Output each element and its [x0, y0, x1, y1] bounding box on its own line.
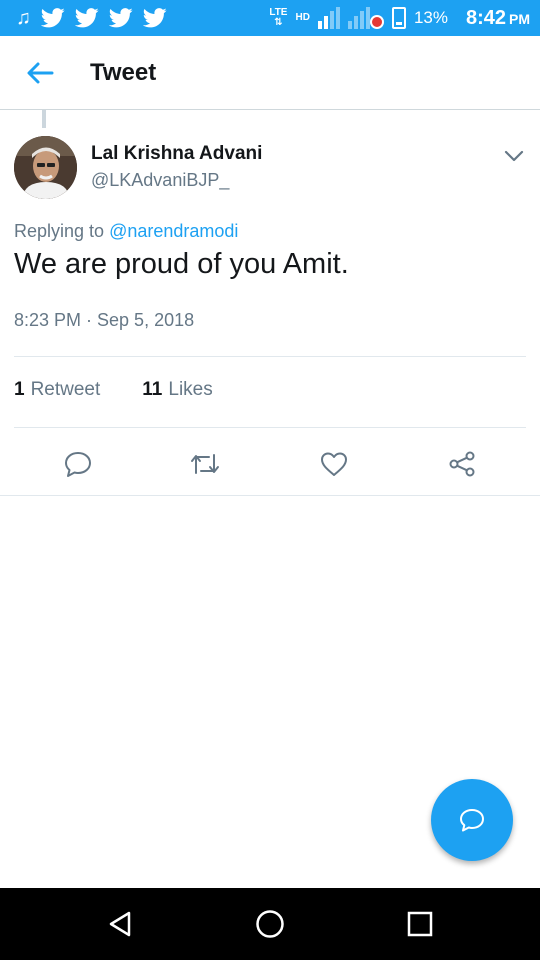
like-button[interactable]	[318, 448, 350, 480]
retweet-stat[interactable]: 1 Retweet	[14, 379, 100, 401]
retweet-icon	[191, 454, 219, 474]
retweet-label: Retweet	[30, 379, 101, 400]
signal-strength-icon	[317, 7, 340, 29]
tweet-timestamp: 8:23 PM · Sep 5, 2018	[14, 310, 195, 330]
divider	[0, 495, 540, 496]
like-count: 11	[142, 379, 163, 400]
retweet-button[interactable]	[189, 448, 221, 480]
nav-home-button[interactable]	[252, 906, 288, 942]
compose-reply-fab[interactable]	[431, 779, 513, 861]
page-title: Tweet	[90, 58, 157, 86]
music-note-icon: ♫	[16, 7, 31, 29]
nav-back-button[interactable]	[102, 906, 138, 942]
retweet-count: 1	[14, 379, 25, 400]
tweet-stats: 1 Retweet 11 Likes	[14, 379, 213, 401]
lte-indicator: LTE ⇅	[269, 8, 287, 28]
nav-recents-button[interactable]	[402, 906, 438, 942]
divider	[14, 356, 526, 357]
no-sim-icon	[369, 15, 384, 29]
tweet-text: We are proud of you Amit.	[14, 248, 349, 280]
thread-connector	[42, 110, 46, 128]
replying-prefix: Replying to	[14, 221, 110, 241]
mention-link[interactable]: @narendramodi	[109, 221, 238, 241]
heart-icon	[321, 452, 347, 476]
circle-home-icon	[256, 910, 284, 938]
reply-icon	[460, 809, 484, 832]
notification-icons: ♫	[16, 8, 167, 28]
share-icon	[449, 451, 475, 477]
twitter-bird-icon	[143, 8, 167, 28]
clock-ampm: PM	[509, 10, 530, 27]
avatar[interactable]	[14, 136, 77, 199]
signal-strength-icon	[347, 7, 370, 29]
chevron-down-icon	[504, 150, 524, 162]
app-bar: Tweet	[0, 36, 540, 110]
hd-label: HD	[295, 12, 310, 23]
battery-charging-icon	[391, 7, 406, 29]
author-name[interactable]: Lal Krishna Advani	[91, 143, 262, 165]
hd-indicator: HD	[295, 13, 309, 23]
data-arrows-icon: ⇅	[274, 17, 283, 28]
twitter-bird-icon	[41, 8, 65, 28]
triangle-back-icon	[109, 911, 131, 937]
divider	[14, 427, 526, 428]
reply-icon	[65, 452, 91, 477]
twitter-bird-icon	[75, 8, 99, 28]
clock-time: 8:42	[465, 6, 506, 29]
navigation-bar	[0, 888, 540, 960]
reply-context: Replying to @narendramodi	[14, 221, 238, 242]
more-options-button[interactable]	[502, 144, 526, 168]
share-button[interactable]	[446, 448, 478, 480]
reply-button[interactable]	[62, 448, 94, 480]
clock: 8:42 PM	[466, 7, 530, 30]
profile-photo-icon	[14, 136, 77, 199]
system-indicators: LTE ⇅ HD 13% 8:42 PM	[269, 7, 530, 30]
tweet-actions	[0, 442, 540, 482]
back-button[interactable]	[0, 36, 80, 110]
battery-percent: 13%	[413, 8, 448, 27]
author-handle[interactable]: @LKAdvaniBJP_	[91, 170, 229, 191]
status-bar: ♫ LTE ⇅ HD 13% 8:42 PM	[0, 0, 540, 36]
square-recents-icon	[407, 911, 433, 937]
like-label: Likes	[168, 379, 213, 400]
arrow-left-icon	[27, 62, 54, 83]
like-stat[interactable]: 11 Likes	[142, 379, 212, 401]
twitter-bird-icon	[109, 8, 133, 28]
